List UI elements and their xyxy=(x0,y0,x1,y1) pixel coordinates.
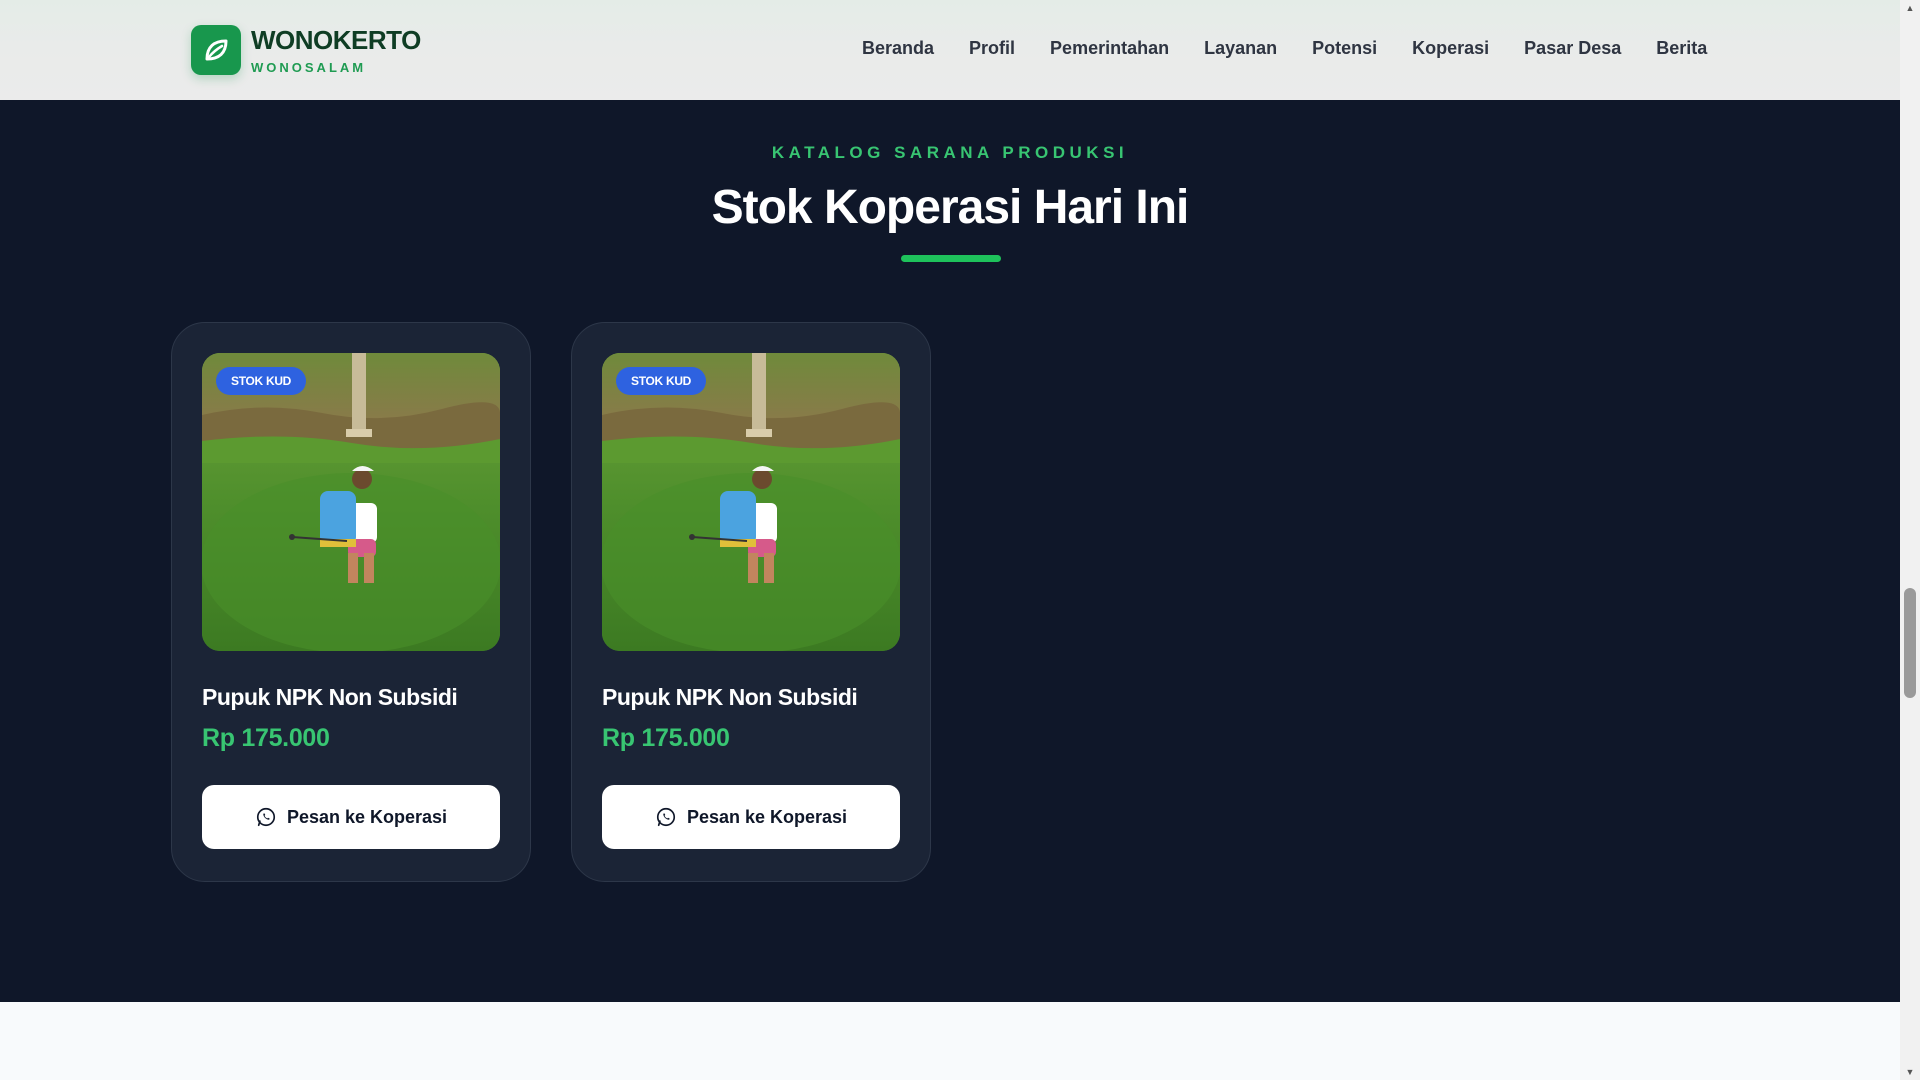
order-button-label: Pesan ke Koperasi xyxy=(286,806,448,827)
brand-subtitle: WONOSALAM xyxy=(251,59,367,75)
site-header: WONOKERTO WONOSALAM Beranda Profil Pemer… xyxy=(0,0,1900,100)
leaf-icon xyxy=(191,25,241,75)
whatsapp-icon xyxy=(255,806,277,828)
nav-profil[interactable]: Profil xyxy=(969,38,1015,59)
nav-pemerintahan[interactable]: Pemerintahan xyxy=(1050,38,1169,59)
next-section xyxy=(0,1002,1900,1080)
order-button-label: Pesan ke Koperasi xyxy=(686,806,848,827)
section-eyebrow: KATALOG SARANA PRODUKSI xyxy=(771,143,1129,162)
order-to-koperasi-button[interactable]: Pesan ke Koperasi xyxy=(602,785,900,849)
koperasi-stock-section: KATALOG SARANA PRODUKSI Stok Koperasi Ha… xyxy=(0,100,1900,1002)
nav-potensi[interactable]: Potensi xyxy=(1312,38,1377,59)
scroll-down-arrow-icon[interactable]: ▼ xyxy=(1900,1064,1920,1080)
stock-badge: STOK KUD xyxy=(216,367,307,395)
brand-logo-link[interactable]: WONOKERTO WONOSALAM xyxy=(191,25,421,75)
nav-layanan[interactable]: Layanan xyxy=(1204,38,1277,59)
brand-name: WONOKERTO xyxy=(251,24,421,55)
product-price: Rp 175.000 xyxy=(602,724,730,752)
brand-text: WONOKERTO WONOSALAM xyxy=(251,26,421,75)
product-price: Rp 175.000 xyxy=(202,724,330,752)
nav-beranda[interactable]: Beranda xyxy=(862,38,934,59)
nav-berita[interactable]: Berita xyxy=(1656,38,1707,59)
stock-badge: STOK KUD xyxy=(616,367,707,395)
nav-pasar-desa[interactable]: Pasar Desa xyxy=(1524,38,1621,59)
whatsapp-icon xyxy=(655,806,677,828)
scroll-up-arrow-icon[interactable]: ▲ xyxy=(1900,0,1920,16)
product-image: STOK KUD xyxy=(602,353,900,651)
section-title: Stok Koperasi Hari Ini xyxy=(711,181,1190,234)
product-name: Pupuk NPK Non Subsidi xyxy=(602,684,858,710)
product-image: STOK KUD xyxy=(202,353,500,651)
title-underline xyxy=(901,255,1001,262)
product-name: Pupuk NPK Non Subsidi xyxy=(202,684,458,710)
page-scrollbar[interactable]: ▲ ▼ xyxy=(1900,0,1920,1080)
viewport: WONOKERTO WONOSALAM Beranda Profil Pemer… xyxy=(0,0,1900,1080)
main-nav: Beranda Profil Pemerintahan Layanan Pote… xyxy=(862,38,1707,59)
product-card: STOK KUD Pupuk NPK Non Subsidi Rp 175.00… xyxy=(171,322,531,882)
nav-koperasi[interactable]: Koperasi xyxy=(1412,38,1489,59)
scrollbar-thumb[interactable] xyxy=(1904,588,1916,698)
product-grid: STOK KUD Pupuk NPK Non Subsidi Rp 175.00… xyxy=(171,322,971,882)
order-to-koperasi-button[interactable]: Pesan ke Koperasi xyxy=(202,785,500,849)
product-card: STOK KUD Pupuk NPK Non Subsidi Rp 175.00… xyxy=(571,322,931,882)
